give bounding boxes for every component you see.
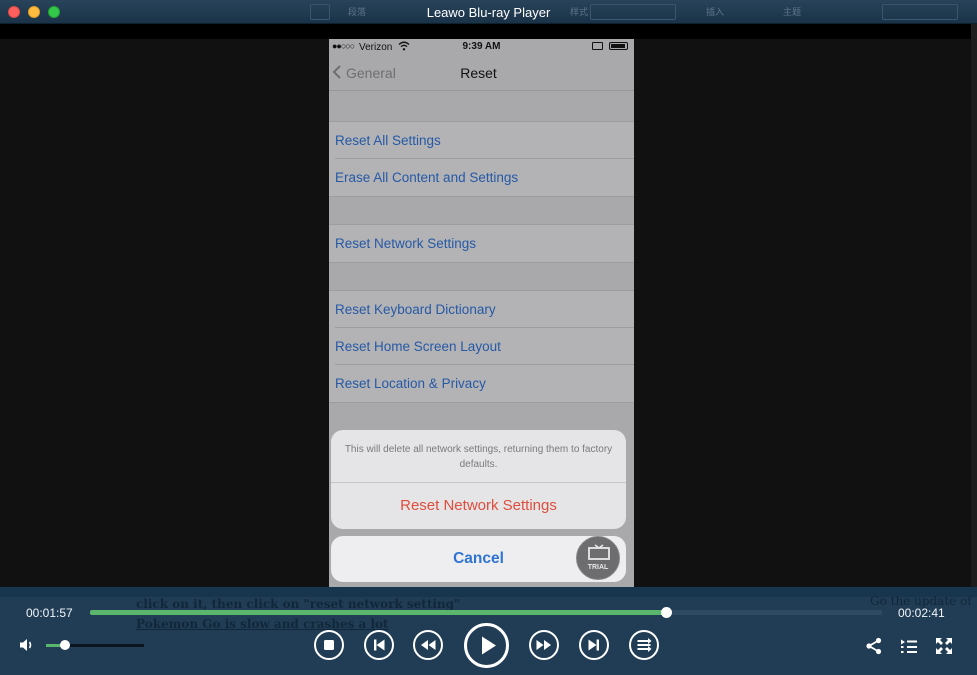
previous-button[interactable]	[364, 630, 394, 660]
trial-watermark: TRIAL	[576, 536, 620, 580]
settings-row-label: Reset Network Settings	[335, 236, 477, 251]
seek-bar-fill	[90, 610, 666, 615]
rewind-icon	[421, 640, 436, 650]
fast-forward-button[interactable]	[529, 630, 559, 660]
control-bar-top	[0, 587, 977, 597]
background-document-text: Pokemon Go is slow and crashes a lot	[136, 617, 389, 631]
ios-navigation-bar: General Reset	[329, 55, 634, 91]
window-title: Leawo Blu-ray Player	[426, 5, 551, 20]
settings-row-label: Reset Location & Privacy	[335, 376, 486, 391]
action-sheet: This will delete all network settings, r…	[331, 430, 626, 529]
stop-icon	[324, 640, 334, 650]
playback-mode-button[interactable]	[629, 630, 659, 660]
confirm-reset-button[interactable]: Reset Network Settings	[331, 497, 626, 514]
speaker-icon[interactable]	[18, 637, 36, 653]
settings-row-label: Erase All Content and Settings	[335, 170, 519, 185]
window-edge-strip	[971, 24, 977, 587]
share-icon[interactable]	[864, 636, 884, 656]
settings-group: Reset Network Settings	[329, 224, 634, 263]
seek-bar-handle[interactable]	[660, 607, 672, 618]
settings-group: Reset Keyboard Dictionary Reset Home Scr…	[329, 290, 634, 403]
stop-button[interactable]	[314, 630, 344, 660]
settings-row[interactable]: Reset Home Screen Layout	[335, 328, 634, 365]
total-time: 00:02:41	[898, 606, 945, 620]
video-viewport[interactable]: ●●○○○ Verizon 9:39 AM General Reset Rese…	[0, 24, 977, 587]
volume-slider[interactable]	[46, 640, 144, 650]
settings-row[interactable]: Erase All Content and Settings	[335, 159, 634, 196]
phone-screen: ●●○○○ Verizon 9:39 AM General Reset Rese…	[329, 39, 634, 587]
settings-row[interactable]: Reset Keyboard Dictionary	[335, 291, 634, 328]
seek-bar[interactable]	[90, 607, 882, 618]
window-title-bar: 段落 样式 插入 主题 Leawo Blu-ray Player	[0, 0, 977, 24]
ios-status-bar: ●●○○○ Verizon 9:39 AM	[329, 39, 634, 55]
next-button[interactable]	[579, 630, 609, 660]
status-time: 9:39 AM	[462, 41, 501, 52]
fast-forward-icon	[536, 640, 551, 650]
player-control-bar: click on it, then click on "reset networ…	[0, 587, 977, 675]
airplay-icon	[592, 42, 603, 50]
settings-row[interactable]: Reset Location & Privacy	[335, 365, 634, 402]
volume-slider-handle[interactable]	[59, 640, 70, 650]
skip-next-icon	[588, 639, 599, 651]
settings-row-label: Reset Keyboard Dictionary	[335, 302, 496, 317]
settings-group: Reset All Settings Erase All Content and…	[329, 121, 634, 197]
letterbox-bar	[0, 24, 977, 39]
settings-row[interactable]: Reset Network Settings	[335, 225, 634, 262]
tv-icon	[588, 544, 610, 560]
current-time: 00:01:57	[26, 606, 73, 620]
background-document-text: click on it, then click on "reset networ…	[136, 597, 461, 611]
fullscreen-icon[interactable]	[934, 636, 954, 656]
trial-label: TRIAL	[587, 564, 609, 571]
page-title: Reset	[460, 65, 497, 81]
battery-icon	[609, 42, 628, 50]
rewind-button[interactable]	[413, 630, 443, 660]
divider	[331, 482, 626, 483]
settings-row-label: Reset All Settings	[335, 133, 441, 148]
action-sheet-message: This will delete all network settings, r…	[344, 444, 613, 470]
repeat-list-icon	[637, 638, 652, 652]
play-icon	[482, 636, 496, 655]
settings-row-label: Reset Home Screen Layout	[335, 339, 501, 354]
playlist-icon[interactable]	[899, 636, 919, 656]
play-button[interactable]	[464, 623, 509, 668]
settings-row[interactable]: Reset All Settings	[335, 122, 634, 159]
skip-previous-icon	[374, 639, 385, 651]
